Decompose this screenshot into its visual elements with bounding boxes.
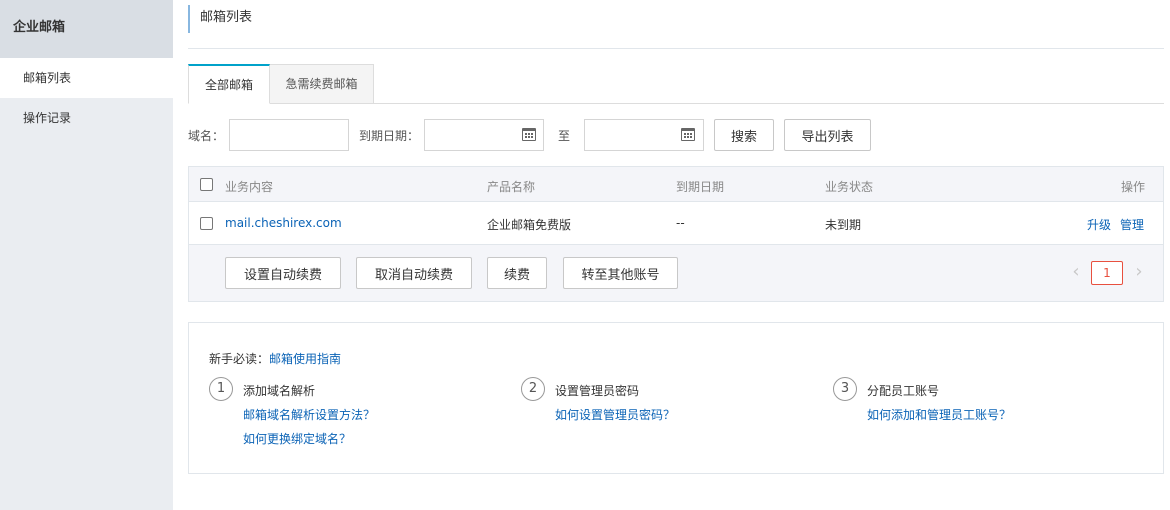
renew-button[interactable]: 续费 (487, 257, 547, 289)
divider (188, 48, 1164, 49)
sidebar-item-mailbox-list[interactable]: 邮箱列表 (0, 58, 173, 98)
table-footer: 设置自动续费 取消自动续费 续费 转至其他账号 ‹ 1 › (189, 245, 1163, 301)
table-header: 业务内容 产品名称 到期日期 业务状态 操作 (189, 167, 1163, 202)
product-name: 企业邮箱免费版 (487, 218, 572, 232)
step-number: 1 (209, 377, 233, 401)
page-title: 邮箱列表 (188, 5, 252, 33)
select-all-checkbox[interactable] (200, 178, 213, 191)
column-header: 业务状态 (825, 180, 874, 194)
main-content: 邮箱列表 全部邮箱 急需续费邮箱 域名： 到期日期： 至 搜索 导出列表 业务内… (188, 0, 1164, 510)
transfer-account-button[interactable]: 转至其他账号 (563, 257, 678, 289)
admin-password-link[interactable]: 如何设置管理员密码？ (555, 406, 675, 423)
step-title: 添加域名解析 (243, 384, 316, 398)
chevron-left-icon[interactable]: ‹ (1066, 261, 1086, 285)
chevron-right-icon[interactable]: › (1129, 261, 1149, 285)
column-header: 业务内容 (225, 180, 274, 194)
guide-heading: 新手必读：邮箱使用指南 (209, 350, 341, 367)
step-title: 设置管理员密码 (555, 384, 640, 398)
to-label: 至 (558, 129, 571, 143)
filter-bar: 域名： 到期日期： 至 搜索 导出列表 (188, 119, 1164, 151)
export-list-button[interactable]: 导出列表 (784, 119, 871, 151)
mailbox-domain-link[interactable]: mail.cheshirex.com (225, 216, 342, 230)
calendar-icon[interactable] (522, 128, 536, 141)
cancel-auto-renew-button[interactable]: 取消自动续费 (356, 257, 472, 289)
page-number-current[interactable]: 1 (1091, 261, 1123, 285)
calendar-icon[interactable] (681, 128, 695, 141)
tab-bar: 全部邮箱 急需续费邮箱 (188, 64, 1164, 104)
sidebar-item-operation-log[interactable]: 操作记录 (0, 98, 173, 138)
set-auto-renew-button[interactable]: 设置自动续费 (225, 257, 341, 289)
upgrade-link[interactable]: 升级 (1087, 216, 1111, 233)
expiry-label: 到期日期： (359, 129, 420, 143)
domain-input[interactable] (229, 119, 349, 151)
search-button[interactable]: 搜索 (714, 119, 774, 151)
sidebar-title: 企业邮箱 (0, 0, 173, 58)
beginner-guide: 新手必读：邮箱使用指南 1 添加域名解析 邮箱域名解析设置方法？ 如何更换绑定域… (188, 322, 1164, 474)
mailbox-guide-link[interactable]: 邮箱使用指南 (269, 352, 341, 366)
staff-account-link[interactable]: 如何添加和管理员工账号？ (867, 406, 1011, 423)
tab-all-mailboxes[interactable]: 全部邮箱 (188, 64, 270, 104)
step-title: 分配员工账号 (867, 384, 940, 398)
column-header: 产品名称 (487, 180, 536, 194)
domain-label: 域名： (188, 129, 225, 143)
business-status: 未到期 (825, 218, 862, 232)
sidebar: 企业邮箱 邮箱列表 操作记录 (0, 0, 173, 510)
row-checkbox[interactable] (200, 217, 213, 230)
change-domain-link[interactable]: 如何更换绑定域名？ (243, 430, 351, 447)
step-number: 3 (833, 377, 857, 401)
mailbox-table: 业务内容 产品名称 到期日期 业务状态 操作 mail.cheshirex.co… (188, 166, 1164, 302)
manage-link[interactable]: 管理 (1120, 216, 1144, 233)
expiry-date: -- (676, 216, 685, 230)
column-header: 到期日期 (676, 180, 725, 194)
column-header: 操作 (1121, 180, 1146, 194)
table-row: mail.cheshirex.com 企业邮箱免费版 -- 未到期 升级 管理 (189, 202, 1163, 245)
dns-setup-link[interactable]: 邮箱域名解析设置方法？ (243, 406, 375, 423)
step-number: 2 (521, 377, 545, 401)
tab-urgent-renewal[interactable]: 急需续费邮箱 (270, 64, 374, 104)
guide-prefix: 新手必读： (209, 352, 270, 366)
